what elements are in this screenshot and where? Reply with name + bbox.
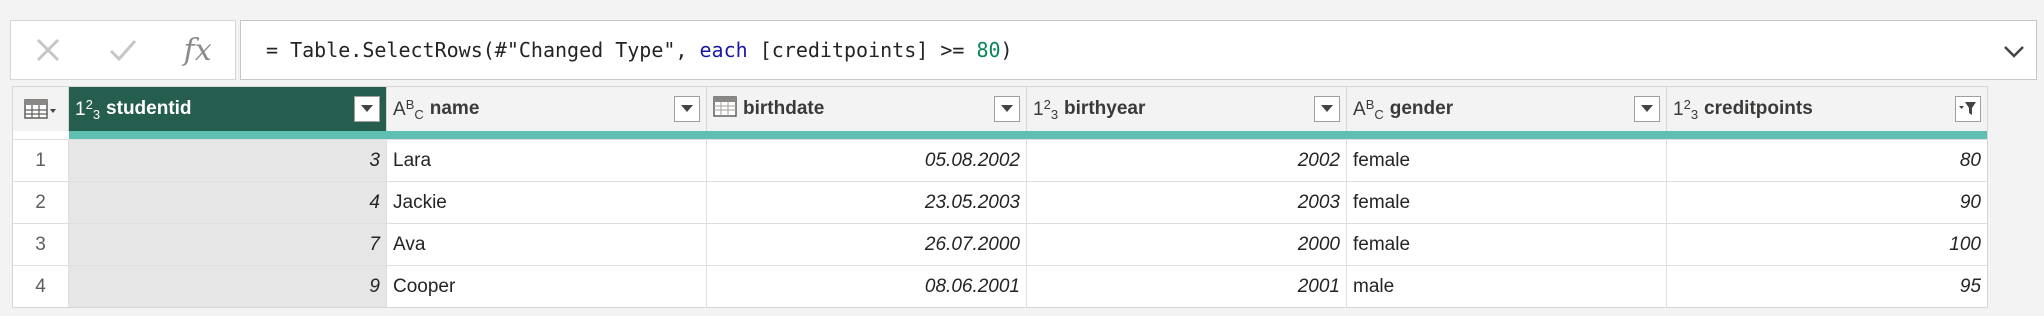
formula-number: 80 [976, 38, 1001, 62]
cell-gender[interactable]: female [1347, 140, 1667, 181]
chevron-down-icon [1321, 105, 1333, 112]
column-dropdown-button[interactable] [994, 96, 1020, 122]
column-header-birthdate[interactable]: birthdate [707, 87, 1027, 131]
formula-middle: [creditpoints] >= [747, 38, 977, 62]
column-title: gender [1389, 98, 1454, 119]
column-title: creditpoints [1704, 98, 1813, 119]
formula-input[interactable]: = Table.SelectRows(#"Changed Type", each… [240, 20, 2037, 80]
fx-icon: fx [183, 32, 212, 68]
cancel-button[interactable] [11, 21, 86, 79]
cell-birthyear[interactable]: 2003 [1027, 182, 1347, 223]
cell-birthdate[interactable]: 26.07.2000 [707, 224, 1027, 265]
table-row: 1 3 Lara 05.08.2002 2002 female 80 [13, 139, 1987, 181]
chevron-down-icon [361, 105, 373, 112]
table-row: 4 9 Cooper 08.06.2001 2001 male 95 [13, 265, 1987, 307]
column-header-gender[interactable]: ABC gender [1347, 87, 1667, 131]
column-header-studentid[interactable]: 123 studentid [69, 87, 387, 131]
cell-birthdate[interactable]: 08.06.2001 [707, 266, 1027, 307]
cell-studentid[interactable]: 4 [69, 182, 387, 223]
cell-creditpoints[interactable]: 95 [1667, 266, 1987, 307]
cell-name[interactable]: Ava [387, 224, 707, 265]
insert-function-button[interactable]: fx [160, 21, 235, 79]
column-dropdown-button[interactable] [674, 96, 700, 122]
chevron-down-icon [1641, 105, 1653, 112]
whole-number-type-icon: 123 [1673, 96, 1699, 122]
column-dropdown-button[interactable] [1634, 96, 1660, 122]
column-filter-button[interactable] [1955, 96, 1981, 122]
column-header-birthyear[interactable]: 123 birthyear [1027, 87, 1347, 131]
column-quality-bar [69, 131, 1987, 139]
table-menu-button[interactable] [13, 87, 69, 131]
formula-bar: fx = Table.SelectRows(#"Changed Type", e… [10, 20, 2037, 80]
cell-creditpoints[interactable]: 90 [1667, 182, 1987, 223]
table-row: 3 7 Ava 26.07.2000 2000 female 100 [13, 223, 1987, 265]
cell-birthyear[interactable]: 2001 [1027, 266, 1347, 307]
cell-name[interactable]: Lara [387, 140, 707, 181]
text-type-icon: ABC [393, 96, 424, 122]
cell-studentid[interactable]: 3 [69, 140, 387, 181]
check-icon [109, 40, 137, 62]
column-title: birthdate [743, 98, 825, 119]
chevron-down-icon [1001, 105, 1013, 112]
column-dropdown-button[interactable] [1314, 96, 1340, 122]
column-header-name[interactable]: ABC name [387, 87, 707, 131]
cell-gender[interactable]: male [1347, 266, 1667, 307]
whole-number-type-icon: 123 [1033, 96, 1059, 122]
row-number[interactable]: 2 [13, 182, 69, 223]
header-row: 123 studentid ABC name birthdate 123 bir… [13, 87, 1987, 131]
table-body: 1 3 Lara 05.08.2002 2002 female 80 2 4 J… [13, 139, 1987, 307]
column-header-creditpoints[interactable]: 123 creditpoints [1667, 87, 1987, 131]
cell-birthdate[interactable]: 23.05.2003 [707, 182, 1027, 223]
formula-suffix: ) [1000, 38, 1013, 62]
filter-icon [1959, 102, 1976, 115]
formula-bar-buttons: fx [10, 20, 236, 80]
chevron-down-icon[interactable] [2002, 41, 2026, 61]
text-type-icon: ABC [1353, 96, 1384, 122]
formula-prefix: = Table.SelectRows(#"Changed Type", [266, 38, 700, 62]
column-title: birthyear [1064, 98, 1146, 119]
cell-name[interactable]: Cooper [387, 266, 707, 307]
table-icon [23, 99, 56, 119]
cell-birthdate[interactable]: 05.08.2002 [707, 140, 1027, 181]
row-number[interactable]: 4 [13, 266, 69, 307]
cell-gender[interactable]: female [1347, 182, 1667, 223]
cell-birthyear[interactable]: 2002 [1027, 140, 1347, 181]
cell-studentid[interactable]: 9 [69, 266, 387, 307]
close-icon [37, 38, 60, 62]
data-grid: 123 studentid ABC name birthdate 123 bir… [12, 86, 1988, 308]
cell-name[interactable]: Jackie [387, 182, 707, 223]
row-number[interactable]: 3 [13, 224, 69, 265]
cell-creditpoints[interactable]: 100 [1667, 224, 1987, 265]
commit-button[interactable] [86, 21, 161, 79]
column-title: studentid [106, 98, 192, 119]
column-title: name [429, 98, 480, 119]
column-dropdown-button[interactable] [354, 96, 380, 122]
row-number[interactable]: 1 [13, 140, 69, 181]
calendar-icon [713, 95, 737, 123]
cell-birthyear[interactable]: 2000 [1027, 224, 1347, 265]
table-row: 2 4 Jackie 23.05.2003 2003 female 90 [13, 181, 1987, 223]
whole-number-type-icon: 123 [75, 96, 101, 122]
formula-keyword: each [699, 38, 748, 62]
chevron-down-icon [681, 105, 693, 112]
cell-creditpoints[interactable]: 80 [1667, 140, 1987, 181]
cell-studentid[interactable]: 7 [69, 224, 387, 265]
cell-gender[interactable]: female [1347, 224, 1667, 265]
